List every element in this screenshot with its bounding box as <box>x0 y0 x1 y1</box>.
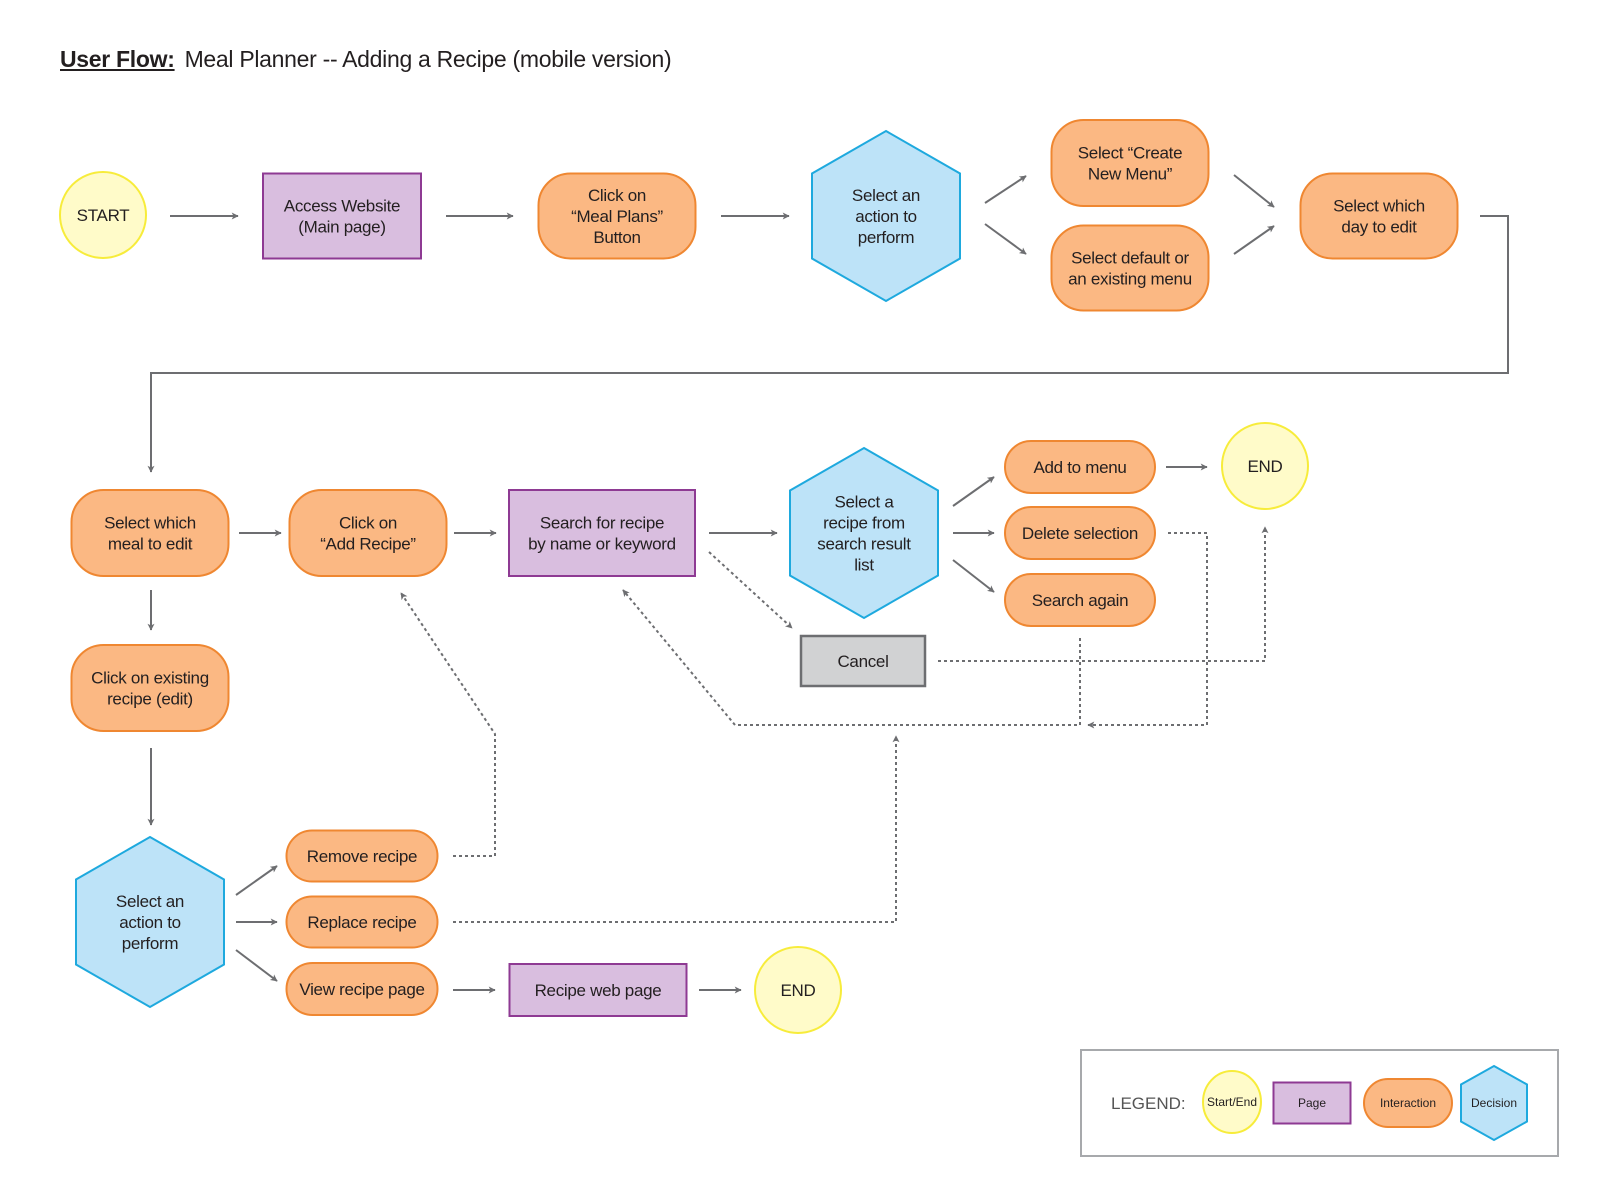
node-label: “Meal Plans” <box>571 207 663 226</box>
node-label: Select a <box>834 493 894 512</box>
node-remove-recipe: Remove recipe <box>285 829 439 883</box>
node-existing-recipe: Click on existing recipe (edit) <box>70 644 230 732</box>
node-label: Cancel <box>837 652 888 671</box>
node-add-recipe: Click on “Add Recipe” <box>288 489 448 577</box>
legend-item-page: Page <box>1272 1081 1352 1125</box>
node-access-website: Access Website (Main page) <box>262 172 422 260</box>
dotted-connector-11 <box>708 551 793 629</box>
node-label: an existing menu <box>1068 270 1192 289</box>
node-label: New Menu” <box>1088 165 1173 184</box>
node-label: Button <box>593 228 640 247</box>
node-label: Add to menu <box>1033 458 1126 477</box>
dotted-connector-24 <box>400 592 496 857</box>
node-label: Click on <box>339 514 397 533</box>
connector-6 <box>1233 225 1275 255</box>
dotted-connector-17 <box>1087 532 1208 729</box>
node-label: meal to edit <box>108 535 193 554</box>
node-label: Search again <box>1032 591 1129 610</box>
node-action2: Select an action to perform <box>75 835 225 1009</box>
node-label: Access Website <box>284 197 400 216</box>
node-end2: END <box>754 946 842 1034</box>
connector-5 <box>1233 174 1275 208</box>
node-label: Click on existing <box>91 669 209 688</box>
node-label: END <box>781 981 816 1000</box>
node-label: Select default or <box>1071 249 1189 268</box>
node-label: Recipe web page <box>535 981 662 1000</box>
node-label: by name or keyword <box>528 535 676 554</box>
flow-diagram: START Access Website (Main page) Click on “M… <box>59 119 1559 1157</box>
node-label: list <box>854 556 874 575</box>
legend: LEGEND: Start/End Page Interaction Decision <box>1080 1049 1559 1157</box>
node-day-edit: Select which day to edit <box>1299 172 1459 260</box>
interaction-shape <box>70 489 230 577</box>
legend-item-label: Page <box>1298 1096 1326 1110</box>
connector-3 <box>984 175 1027 204</box>
node-label: action to <box>855 207 917 226</box>
node-search-again: Search again <box>1004 573 1156 627</box>
node-create-menu: Select “Create New Menu” <box>1050 119 1210 207</box>
node-label: action to <box>119 913 181 932</box>
node-existing-menu: Select default or an existing menu <box>1050 224 1210 312</box>
node-label: START <box>77 206 130 225</box>
legend-label: LEGEND: <box>1111 1094 1186 1113</box>
node-label: recipe from <box>823 514 905 533</box>
node-label: END <box>1248 457 1283 476</box>
connector-21 <box>235 865 278 896</box>
node-replace-recipe: Replace recipe <box>285 895 439 949</box>
node-label: search result <box>817 535 911 554</box>
dotted-connector-25 <box>453 735 900 923</box>
node-label: Click on <box>588 186 646 205</box>
node-recipe-web-page: Recipe web page <box>508 963 688 1017</box>
node-label: recipe (edit) <box>107 690 193 709</box>
page-shape <box>508 489 696 577</box>
connector-4 <box>984 223 1027 255</box>
node-label: Select “Create <box>1078 144 1182 163</box>
legend-item-label: Interaction <box>1380 1096 1436 1110</box>
legend-item-start-end: Start/End <box>1202 1070 1262 1134</box>
node-label: Select which <box>1333 197 1425 216</box>
connector-12 <box>952 476 995 507</box>
interaction-shape <box>1050 119 1210 207</box>
node-delete-selection: Delete selection <box>1004 506 1156 560</box>
node-cancel: Cancel <box>799 634 927 688</box>
connector-14 <box>952 559 995 593</box>
node-label: Select an <box>852 186 920 205</box>
node-label: “Add Recipe” <box>320 535 416 554</box>
node-label: Select which <box>104 514 196 533</box>
node-label: perform <box>122 934 179 953</box>
node-action1: Select an action to perform <box>811 129 961 303</box>
decision-shape <box>789 446 939 620</box>
node-end1: END <box>1221 422 1309 510</box>
interaction-shape <box>1050 224 1210 312</box>
node-meal-edit: Select which meal to edit <box>70 489 230 577</box>
node-label: perform <box>858 228 915 247</box>
legend-item-interaction: Interaction <box>1363 1078 1453 1128</box>
node-view-recipe: View recipe page <box>285 962 439 1016</box>
node-label: Select an <box>116 892 184 911</box>
node-start: START <box>59 171 147 259</box>
nodes-layer: START Access Website (Main page) Click on “M… <box>59 119 1459 1034</box>
node-label: Replace recipe <box>307 913 416 932</box>
interaction-shape <box>70 644 230 732</box>
node-select-recipe: Select a recipe from search result list <box>789 446 939 620</box>
page-shape <box>262 172 422 260</box>
legend-item-label: Start/End <box>1207 1095 1257 1109</box>
node-label: Remove recipe <box>307 847 417 866</box>
legend-item-label: Decision <box>1471 1096 1517 1110</box>
node-meal-plans: Click on “Meal Plans” Button <box>537 172 697 260</box>
interaction-shape <box>288 489 448 577</box>
node-label: View recipe page <box>299 980 424 999</box>
node-label: (Main page) <box>298 218 385 237</box>
node-label: Delete selection <box>1022 524 1138 543</box>
connector-23 <box>235 949 278 982</box>
interaction-shape <box>1299 172 1459 260</box>
node-label: Search for recipe <box>540 514 664 533</box>
node-label: day to edit <box>1341 218 1417 237</box>
node-search-recipe: Search for recipe by name or keyword <box>508 489 696 577</box>
node-add-to-menu: Add to menu <box>1004 440 1156 494</box>
